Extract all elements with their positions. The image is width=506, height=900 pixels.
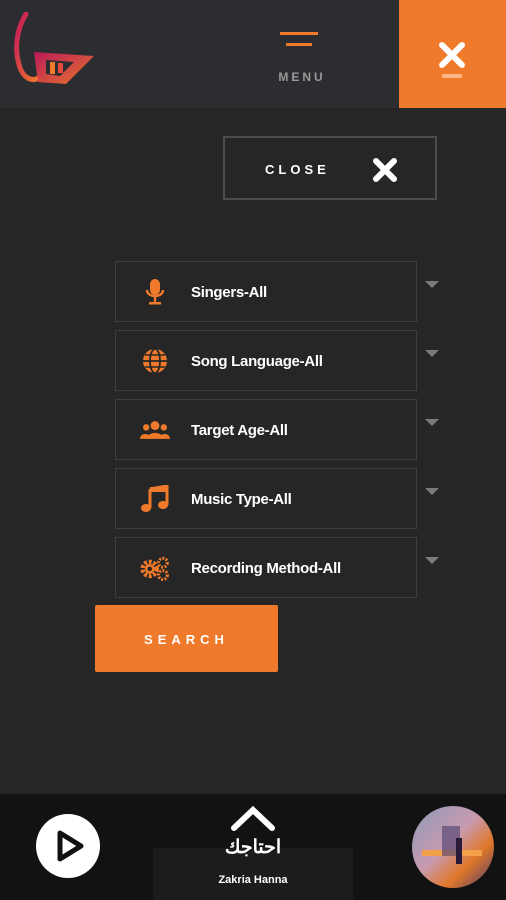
play-button[interactable]: [36, 814, 100, 878]
filter-recording-method[interactable]: Recording Method-All: [115, 537, 439, 598]
chevron-down-icon: [425, 488, 439, 495]
song-title: احتاجك: [224, 837, 282, 858]
music-note-icon: [141, 485, 169, 512]
close-icon: [373, 158, 397, 182]
close-icon: [439, 42, 465, 68]
dots-icon: [442, 74, 462, 78]
filter-label: Recording Method-All: [191, 560, 341, 577]
artist-name: Zakria Hanna: [218, 874, 288, 886]
album-cover-image[interactable]: [412, 806, 494, 888]
chevron-down-icon: [425, 419, 439, 426]
filter-song-language[interactable]: Song Language-All: [115, 330, 439, 391]
chevron-up-icon[interactable]: [230, 804, 276, 832]
filter-label: Singers-All: [191, 284, 267, 301]
globe-icon: [143, 348, 167, 374]
filter-label: Music Type-All: [191, 491, 292, 508]
filter-singers[interactable]: Singers-All: [115, 261, 439, 322]
hamburger-icon: [280, 32, 318, 54]
chevron-down-icon: [425, 350, 439, 357]
close-label: CLOSE: [265, 162, 330, 177]
app-logo-icon[interactable]: [12, 12, 100, 88]
filter-label: Song Language-All: [191, 353, 323, 370]
app-header: MENU: [0, 0, 506, 108]
microphone-icon: [145, 279, 165, 305]
filter-target-age[interactable]: Target Age-All: [115, 399, 439, 460]
header-close-button[interactable]: [399, 0, 506, 108]
search-button[interactable]: SEARCH: [95, 605, 278, 672]
filter-music-type[interactable]: Music Type-All: [115, 468, 439, 529]
close-panel-button[interactable]: CLOSE: [223, 136, 437, 200]
menu-label: MENU: [278, 70, 326, 84]
users-icon: [140, 421, 170, 439]
play-icon: [57, 830, 84, 862]
chevron-down-icon: [425, 557, 439, 564]
menu-button[interactable]: MENU: [266, 26, 338, 90]
search-label: SEARCH: [144, 632, 229, 647]
chevron-down-icon: [425, 281, 439, 288]
filter-label: Target Age-All: [191, 422, 288, 439]
now-playing-bar: احتاجك Zakria Hanna: [0, 794, 506, 900]
gears-icon: [140, 556, 169, 582]
